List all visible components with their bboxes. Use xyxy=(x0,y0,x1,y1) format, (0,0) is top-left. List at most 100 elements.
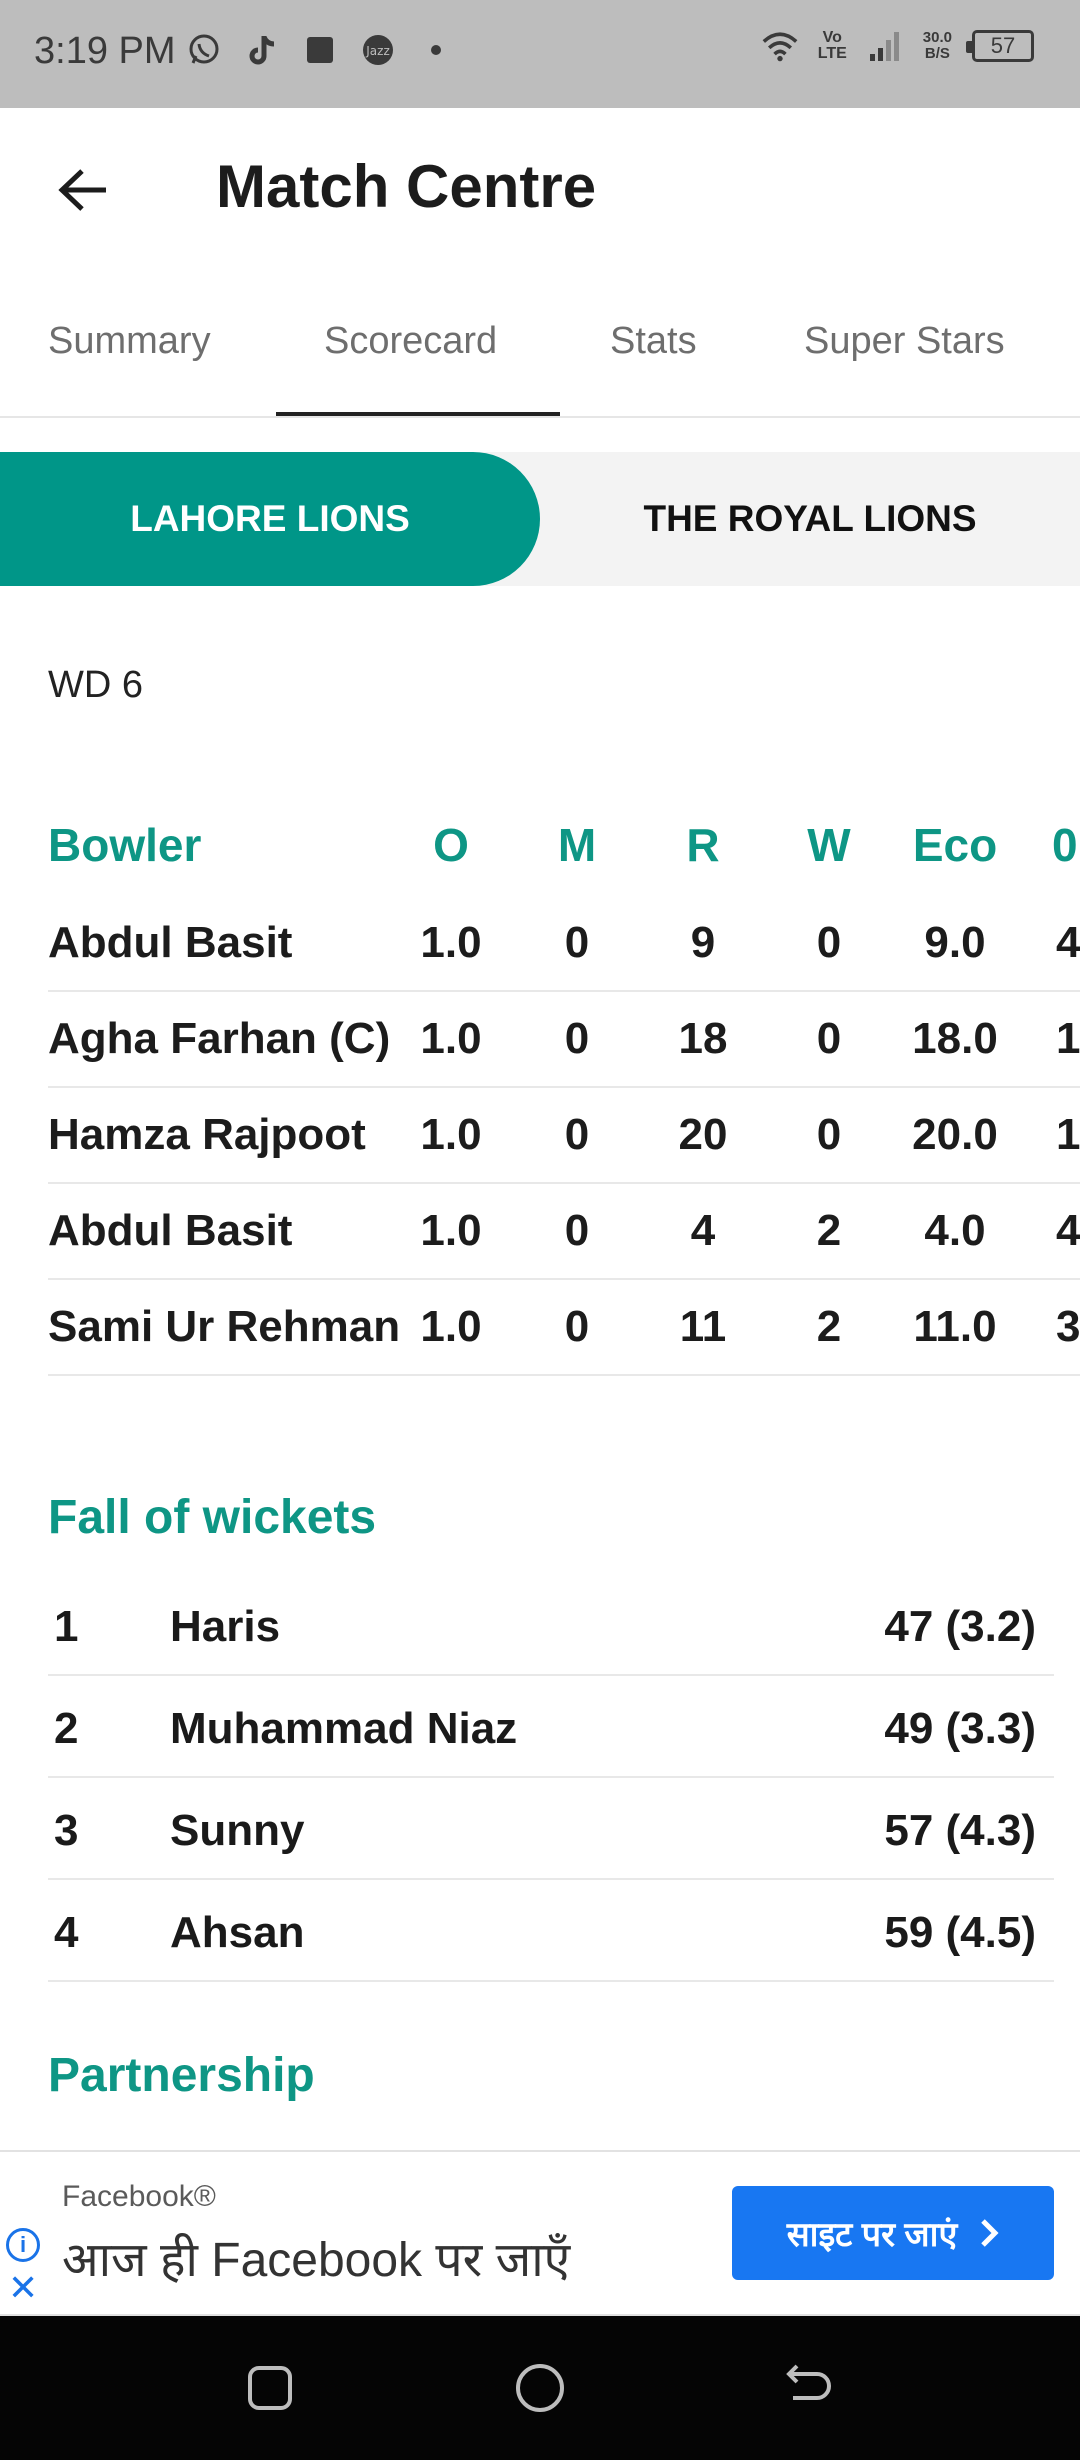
table-row: Hamza Rajpoot 1.0 0 20 0 20.0 1 xyxy=(48,1088,1080,1184)
economy-value: 9.0 xyxy=(924,918,986,967)
back-nav-button[interactable] xyxy=(778,2358,838,2418)
page-title: Match Centre xyxy=(216,153,597,220)
list-item: 1 Haris 47 (3.2) xyxy=(48,1574,1054,1676)
economy-value: 20.0 xyxy=(912,1110,998,1159)
notification-icons: Jazz xyxy=(186,32,454,68)
overs-value: 1.0 xyxy=(420,1014,482,1063)
bowler-name: Sami Ur Rehman xyxy=(48,1302,401,1351)
jazz-icon: Jazz xyxy=(360,32,396,68)
list-item: 3 Sunny 57 (4.3) xyxy=(48,1778,1054,1880)
tab-bar: Summary Scorecard Stats Super Stars xyxy=(0,268,1080,418)
home-button[interactable] xyxy=(510,2358,570,2418)
square-outline-icon xyxy=(248,2366,292,2410)
overs-value: 1.0 xyxy=(420,1206,482,1255)
active-tab-indicator xyxy=(276,412,560,416)
runs-value: 18 xyxy=(678,1014,728,1063)
list-item: 4 Ahsan 59 (4.5) xyxy=(48,1880,1054,1982)
batsman-name: Muhammad Niaz xyxy=(170,1704,518,1753)
runs-header: R xyxy=(686,819,720,871)
whatsapp-icon xyxy=(186,32,222,68)
runs-value: 11 xyxy=(679,1302,727,1351)
tab-stats[interactable]: Stats xyxy=(610,320,697,363)
wicket-score: 59 (4.5) xyxy=(884,1908,1036,1957)
ad-headline: आज ही Facebook पर जाएँ xyxy=(62,2234,571,2287)
bowler-name: Agha Farhan (C) xyxy=(48,1014,391,1063)
tab-super-stars[interactable]: Super Stars xyxy=(804,320,1005,363)
square-app-icon xyxy=(302,32,338,68)
dots-value: 4 xyxy=(1056,1206,1080,1255)
overs-header: O xyxy=(433,819,469,871)
wickets-value: 0 xyxy=(816,1014,842,1063)
table-row: Abdul Basit 1.0 0 9 0 9.0 4 xyxy=(48,896,1080,992)
wickets-value: 0 xyxy=(816,918,842,967)
bowler-name: Abdul Basit xyxy=(48,918,293,967)
recent-apps-button[interactable] xyxy=(240,2358,300,2418)
volte-indicator: Vo LTE xyxy=(817,29,847,62)
wicket-number: 2 xyxy=(54,1704,79,1753)
overs-value: 1.0 xyxy=(420,1110,482,1159)
table-row: Agha Farhan (C) 1.0 0 18 0 18.0 1 xyxy=(48,992,1080,1088)
dots-value: 1 xyxy=(1056,1014,1080,1063)
ad-cta-button[interactable]: साइट पर जाएं xyxy=(732,2186,1054,2280)
status-bar: 3:19 PM Jazz Vo LTE 30.0 B/S 57 xyxy=(0,0,1080,108)
wickets-header: W xyxy=(807,819,851,871)
network-speed: 30.0 B/S xyxy=(922,29,952,62)
list-item: 2 Muhammad Niaz 49 (3.3) xyxy=(48,1676,1054,1778)
dot-icon xyxy=(418,32,454,68)
wicket-number: 1 xyxy=(54,1602,79,1651)
system-icons: Vo LTE 30.0 B/S 57 xyxy=(762,28,1034,64)
batsman-name: Haris xyxy=(170,1602,281,1651)
economy-value: 11.0 xyxy=(913,1302,997,1351)
maidens-value: 0 xyxy=(564,1014,590,1063)
maidens-value: 0 xyxy=(564,1206,590,1255)
chevron-right-icon xyxy=(981,2219,999,2247)
arrow-left-icon xyxy=(58,169,106,211)
battery-icon: 57 xyxy=(966,30,1034,62)
bowler-name: Abdul Basit xyxy=(48,1206,293,1255)
bowler-name: Hamza Rajpoot xyxy=(48,1110,366,1159)
dots-header: 0 xyxy=(1052,819,1078,871)
wickets-value: 2 xyxy=(816,1302,842,1351)
overs-value: 1.0 xyxy=(420,918,482,967)
svg-text:Jazz: Jazz xyxy=(365,44,390,58)
tab-summary[interactable]: Summary xyxy=(48,320,211,363)
dots-value: 3 xyxy=(1056,1302,1080,1351)
ad-banner[interactable]: i ✕ Facebook® आज ही Facebook पर जाएँ साइ… xyxy=(0,2150,1080,2316)
info-icon[interactable]: i xyxy=(6,2228,40,2262)
back-arrow-icon xyxy=(786,2364,831,2400)
maidens-value: 0 xyxy=(564,1110,590,1159)
maidens-value: 0 xyxy=(564,1302,590,1351)
table-row: Sami Ur Rehman 1.0 0 11 2 11.0 3 xyxy=(48,1280,1080,1376)
maidens-value: 0 xyxy=(564,918,590,967)
tiktok-icon xyxy=(244,32,280,68)
battery-level: 57 xyxy=(990,33,1016,58)
wifi-icon xyxy=(762,28,798,64)
close-icon[interactable]: ✕ xyxy=(8,2270,38,2306)
wicket-score: 49 (3.3) xyxy=(884,1704,1036,1753)
runs-value: 4 xyxy=(690,1206,716,1255)
ad-brand: Facebook® xyxy=(62,2180,216,2213)
wickets-value: 2 xyxy=(816,1206,842,1255)
wicket-number: 4 xyxy=(54,1908,79,1957)
team-button-royal-lions[interactable]: THE ROYAL LIONS xyxy=(540,452,1080,586)
maidens-header: M xyxy=(557,819,597,871)
economy-header: Eco xyxy=(912,819,998,871)
back-button[interactable] xyxy=(52,158,116,222)
team-selector: LAHORE LIONS THE ROYAL LIONS xyxy=(0,452,1080,586)
circle-outline-icon xyxy=(516,2364,564,2412)
fall-of-wickets-title: Fall of wickets xyxy=(48,1491,377,1544)
system-nav-bar xyxy=(0,2316,1080,2460)
dots-value: 1 xyxy=(1056,1110,1080,1159)
wicket-score: 57 (4.3) xyxy=(884,1806,1036,1855)
economy-value: 18.0 xyxy=(912,1014,998,1063)
team-button-lahore-lions[interactable]: LAHORE LIONS xyxy=(0,452,540,586)
ad-cta-label: साइट पर जाएं xyxy=(786,2216,958,2254)
bowler-header: Bowler xyxy=(48,819,202,871)
partnership-title: Partnership xyxy=(48,2049,315,2102)
tab-scorecard[interactable]: Scorecard xyxy=(324,320,497,363)
wicket-score: 47 (3.2) xyxy=(884,1602,1036,1651)
overs-value: 1.0 xyxy=(420,1302,482,1351)
dots-value: 4 xyxy=(1056,918,1080,967)
extras-text: WD 6 xyxy=(48,664,143,706)
app-bar: Match Centre xyxy=(0,108,1080,268)
